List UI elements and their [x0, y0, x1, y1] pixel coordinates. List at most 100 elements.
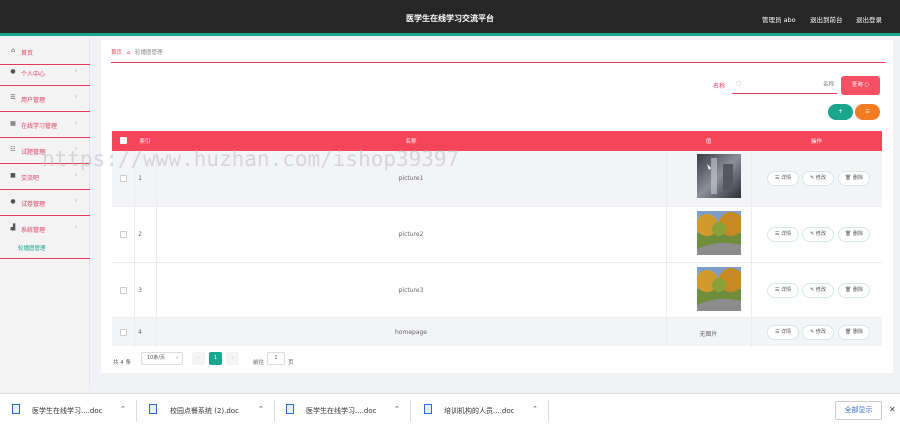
page-number-current[interactable]: 1 [209, 352, 222, 365]
download-item-name[interactable]: 医学生在线学习....doc [32, 406, 102, 416]
page-unit-label: 页 [288, 360, 294, 366]
delete-label: 删除 [852, 287, 863, 293]
close-download-bar-button[interactable]: ✕ [889, 405, 896, 414]
edit-button[interactable]: ✎ 修改 [802, 283, 834, 298]
delete-button[interactable]: 🗑 删除 [838, 227, 870, 242]
download-item-name[interactable]: 医学生在线学习....doc [306, 406, 376, 416]
delete-label: 删除 [852, 329, 863, 335]
column-divider [666, 207, 667, 263]
download-item-name[interactable]: 培训机构的人员....doc [444, 406, 514, 416]
sidebar-item-users[interactable]: ☰ 用户管理 ∨ [0, 86, 90, 112]
row-value: 无图片 [699, 331, 718, 338]
breadcrumb-divider [111, 62, 886, 63]
chevron-up-icon[interactable]: ⌃ [120, 405, 126, 413]
row-index: 4 [138, 329, 142, 336]
row-index: 2 [138, 231, 142, 238]
detail-button[interactable]: ☰ 详情 [767, 283, 799, 298]
list-icon: ☷ [10, 146, 16, 153]
detail-button[interactable]: ☰ 详情 [767, 325, 799, 340]
lock-icon: ■ [10, 172, 16, 179]
search-icon: ○ [736, 80, 742, 87]
edit-button[interactable]: ✎ 修改 [802, 227, 834, 242]
detail-label: 详情 [781, 231, 792, 237]
sidebar-item-label: 用户管理 [21, 97, 46, 104]
chevron-down-icon: ∨ [74, 172, 78, 178]
delete-button[interactable]: 🗑 删除 [838, 171, 870, 186]
page-size-select[interactable]: 10条/页 ∨ [141, 352, 183, 365]
doc-file-icon [12, 404, 20, 414]
header-index: 索引 [139, 139, 151, 145]
search-input[interactable] [746, 79, 834, 91]
prev-page-button[interactable]: ‹ [192, 352, 205, 365]
detail-button[interactable]: ☰ 详情 [767, 227, 799, 242]
table-row: 2 picture2 ☰ 详情 ✎ 修改 🗑 删除 [112, 206, 882, 263]
goto-page-input[interactable]: 1 [267, 352, 285, 365]
main-content: 首页 ⌂ 轮播图管理 名称 ○ 查询 ○ + ☰ 索引 名称 值 操作 1 pi… [101, 40, 893, 373]
add-button[interactable]: + [828, 104, 853, 120]
chevron-up-icon[interactable]: ⌃ [394, 405, 400, 413]
home-icon: ⌂ [11, 47, 15, 54]
delete-label: 删除 [852, 231, 863, 237]
download-bar: 医学生在线学习....doc ⌃ 校园点餐系统 (2).doc ⌃ 医学生在线学… [0, 393, 900, 426]
search-label: 名称 [713, 83, 726, 90]
edit-label: 修改 [815, 287, 826, 293]
chevron-up-icon[interactable]: ⌃ [532, 405, 538, 413]
next-page-button[interactable]: › [226, 352, 239, 365]
edit-label: 修改 [815, 175, 826, 181]
to-front-link[interactable]: 退出到前台 [810, 14, 843, 24]
detail-label: 详情 [781, 175, 792, 181]
search-field: ○ [732, 76, 837, 94]
sidebar-item-label: 系统管理 [21, 227, 46, 234]
sidebar-item-system[interactable]: ▟ 系统管理 ∧ [0, 216, 90, 242]
delete-button[interactable]: 🗑 删除 [838, 325, 870, 340]
column-divider [666, 151, 667, 206]
row-checkbox[interactable] [120, 287, 127, 294]
sidebar-subitem-carousel[interactable]: 轮播图管理 [18, 244, 46, 252]
list-icon: ☰ [10, 94, 16, 101]
breadcrumb-home[interactable]: 首页 [111, 50, 122, 56]
row-index: 1 [138, 175, 142, 182]
download-divider [410, 400, 411, 422]
current-user-label: 管理员 abo [762, 16, 796, 24]
search-button[interactable]: 查询 ○ [841, 76, 880, 95]
batch-delete-button[interactable]: ☰ [855, 104, 880, 120]
sidebar-item-label: 首页 [21, 50, 34, 57]
select-all-checkbox[interactable] [120, 137, 127, 144]
doc-file-icon [149, 404, 157, 414]
doc-file-icon [286, 404, 294, 414]
user-icon: ● [10, 68, 16, 75]
delete-button[interactable]: 🗑 删除 [838, 283, 870, 298]
sidebar-item-online-learning[interactable]: ▦ 在线学习管理 ∨ [0, 112, 90, 138]
chevron-up-icon[interactable]: ⌃ [258, 405, 264, 413]
row-name: picture3 [398, 287, 424, 294]
chevron-down-icon: ∨ [74, 120, 78, 126]
edit-button[interactable]: ✎ 修改 [802, 171, 834, 186]
row-index: 3 [138, 287, 142, 294]
row-checkbox[interactable] [120, 231, 127, 238]
column-divider [751, 263, 752, 318]
header-name: 名称 [405, 139, 417, 145]
sidebar-item-exams[interactable]: ● 试卷管理 ∨ [0, 190, 90, 216]
logout-link[interactable]: 退出登录 [856, 14, 882, 24]
chevron-down-icon: ∨ [74, 198, 78, 204]
watermark-text: https://www.huzhan.com/ishop39397 [42, 147, 460, 171]
download-item-name[interactable]: 校园点餐系统 (2).doc [170, 406, 239, 416]
detail-button[interactable]: ☰ 详情 [767, 171, 799, 186]
goto-label: 前往 [253, 360, 265, 366]
sidebar-item-label: 试卷管理 [21, 201, 46, 208]
edit-button[interactable]: ✎ 修改 [802, 325, 834, 340]
grid-icon: ▦ [10, 120, 16, 127]
home-icon: ⌂ [126, 50, 131, 56]
column-divider [751, 207, 752, 263]
breadcrumb-current: 轮播图管理 [135, 50, 163, 56]
show-all-downloads-button[interactable]: 全部显示 [835, 401, 882, 420]
chart-icon: ▟ [10, 224, 16, 231]
search-button-label: 查询 [851, 82, 863, 88]
row-checkbox[interactable] [120, 329, 127, 336]
header-value: 值 [705, 139, 712, 145]
row-checkbox[interactable] [120, 175, 127, 182]
sidebar-divider [0, 258, 90, 259]
sidebar-item-profile[interactable]: ● 个人中心 ∨ [0, 60, 90, 86]
edit-label: 修改 [815, 329, 826, 335]
row-name: homepage [395, 329, 427, 336]
